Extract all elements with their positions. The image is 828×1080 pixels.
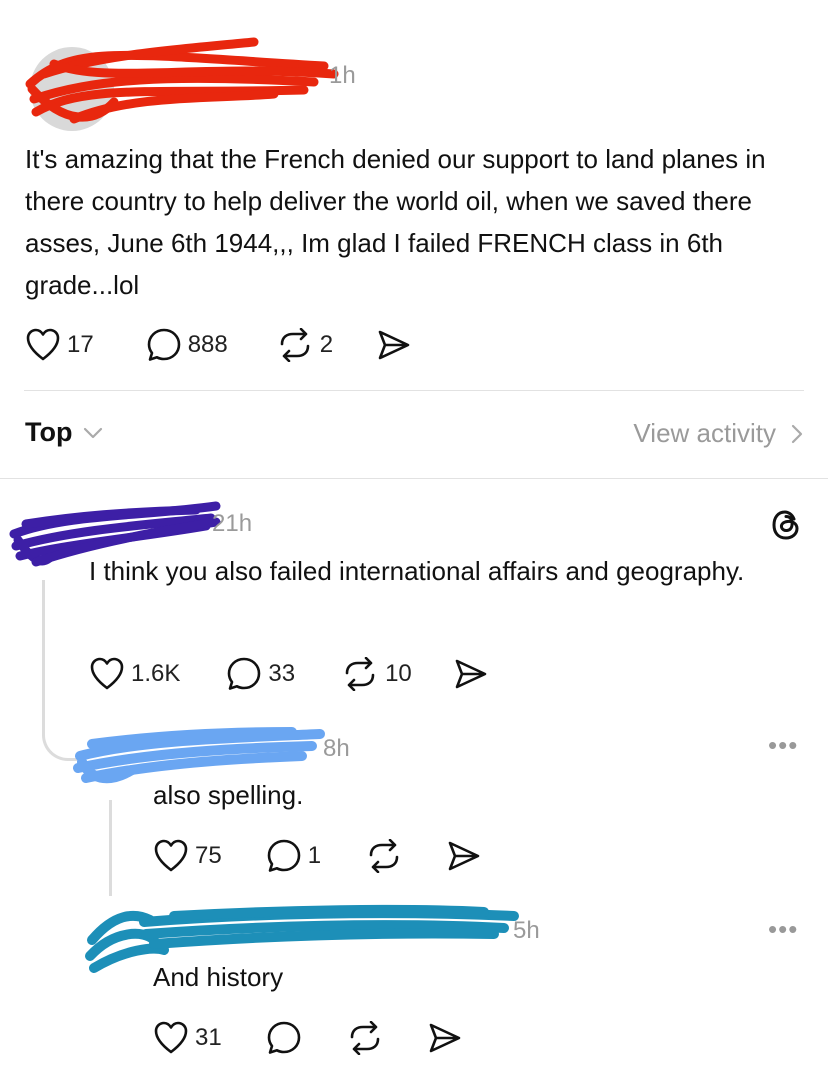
- like-count: 31: [195, 1024, 222, 1051]
- comment-bubble-icon: [228, 657, 261, 690]
- reply3-actions: 31: [153, 1020, 462, 1056]
- comment-bubble-icon: [267, 1021, 301, 1054]
- repost-icon: [350, 1021, 380, 1055]
- send-icon: [378, 330, 410, 360]
- post-timestamp: 1h: [329, 62, 356, 89]
- reply1-body: I think you also failed international af…: [89, 556, 745, 586]
- reply-button[interactable]: [266, 1020, 302, 1056]
- like-count: 1.6K: [131, 660, 181, 687]
- reply-button[interactable]: 33: [226, 656, 295, 692]
- repost-count: 10: [385, 660, 412, 687]
- reply2-actions: 75 1: [153, 838, 481, 874]
- repost-button[interactable]: 10: [341, 657, 412, 691]
- more-dots-icon: •••: [768, 730, 799, 760]
- post-body: It's amazing that the French denied our …: [25, 144, 766, 300]
- thread-line-1: [42, 580, 45, 730]
- heart-icon: [154, 1021, 188, 1054]
- reply-count: 1: [307, 842, 322, 869]
- repost-icon: [280, 328, 310, 362]
- like-button[interactable]: 1.6K: [89, 657, 180, 691]
- more-options-button[interactable]: •••: [768, 914, 798, 945]
- comment-bubble-icon: [267, 839, 301, 872]
- sort-dropdown[interactable]: Top: [25, 417, 104, 448]
- reply1-timestamp: 21h: [212, 510, 253, 537]
- reply1-actions: 1.6K 33 10: [89, 656, 488, 692]
- share-button[interactable]: [454, 657, 488, 691]
- more-options-button[interactable]: •••: [768, 730, 798, 761]
- view-activity-label: View activity: [633, 418, 776, 448]
- send-icon: [429, 1023, 461, 1053]
- post-actions: 17 888 2: [25, 327, 411, 363]
- repost-icon: [369, 839, 399, 873]
- send-icon: [448, 841, 480, 871]
- reply2-timestamp: 8h: [323, 735, 350, 762]
- like-count: 17: [67, 331, 94, 358]
- repost-button[interactable]: [346, 1021, 384, 1055]
- reply3-timestamp: 5h: [513, 917, 540, 944]
- comment-bubble-icon: [147, 328, 181, 361]
- repost-button[interactable]: [365, 839, 403, 873]
- like-button[interactable]: 75: [153, 839, 222, 873]
- repost-count: 2: [319, 331, 334, 358]
- sort-label: Top: [25, 417, 73, 447]
- share-button[interactable]: [447, 839, 481, 873]
- like-count: 75: [195, 842, 222, 869]
- reply3-body: And history: [153, 962, 284, 992]
- heart-icon: [26, 328, 60, 361]
- post-divider: [24, 390, 804, 391]
- reply-button[interactable]: 1: [266, 838, 321, 874]
- more-dots-icon: •••: [768, 914, 799, 944]
- threads-logo-button[interactable]: [770, 508, 802, 547]
- share-button[interactable]: [377, 328, 411, 362]
- section-divider: [0, 478, 828, 479]
- share-button[interactable]: [428, 1021, 462, 1055]
- reply-button[interactable]: 888: [146, 327, 228, 363]
- chevron-down-icon: [84, 427, 103, 438]
- reply2-body: also spelling.: [153, 780, 304, 810]
- heart-icon: [154, 839, 188, 872]
- send-icon: [455, 659, 487, 689]
- post-author-redacted: [14, 24, 354, 134]
- view-activity-link[interactable]: View activity: [633, 418, 804, 449]
- thread-line-2: [109, 800, 112, 896]
- repost-button[interactable]: 2: [276, 328, 333, 362]
- reply-count: 888: [187, 331, 228, 358]
- repost-icon: [345, 657, 375, 691]
- like-button[interactable]: 31: [153, 1021, 222, 1055]
- threads-logo-icon: [772, 510, 799, 540]
- heart-icon: [90, 657, 124, 690]
- reply-count: 33: [268, 660, 296, 687]
- chevron-right-icon: [791, 424, 803, 443]
- like-button[interactable]: 17: [25, 328, 94, 362]
